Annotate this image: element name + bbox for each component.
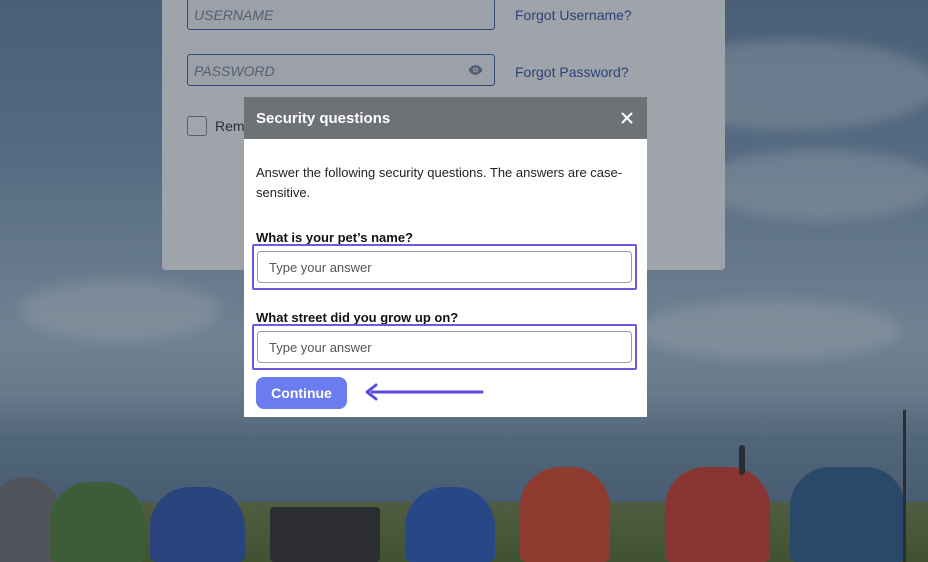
question-1-answer-input[interactable] — [257, 251, 632, 283]
question-1-label: What is your pet’s name? — [256, 230, 413, 245]
security-questions-dialog: Security questions Answer the following … — [244, 97, 647, 417]
question-2-answer-input[interactable] — [257, 331, 632, 363]
question-1-highlight — [252, 244, 637, 290]
dialog-title: Security questions — [256, 109, 391, 127]
arrow-left-icon — [365, 383, 484, 401]
question-2-label: What street did you grow up on? — [256, 310, 459, 325]
dialog-header: Security questions — [244, 97, 647, 139]
question-2-highlight — [252, 324, 637, 370]
close-icon[interactable] — [619, 110, 635, 126]
dialog-body: Answer the following security questions.… — [244, 163, 647, 409]
continue-button[interactable]: Continue — [256, 377, 347, 409]
dialog-intro-text: Answer the following security questions.… — [256, 165, 623, 200]
